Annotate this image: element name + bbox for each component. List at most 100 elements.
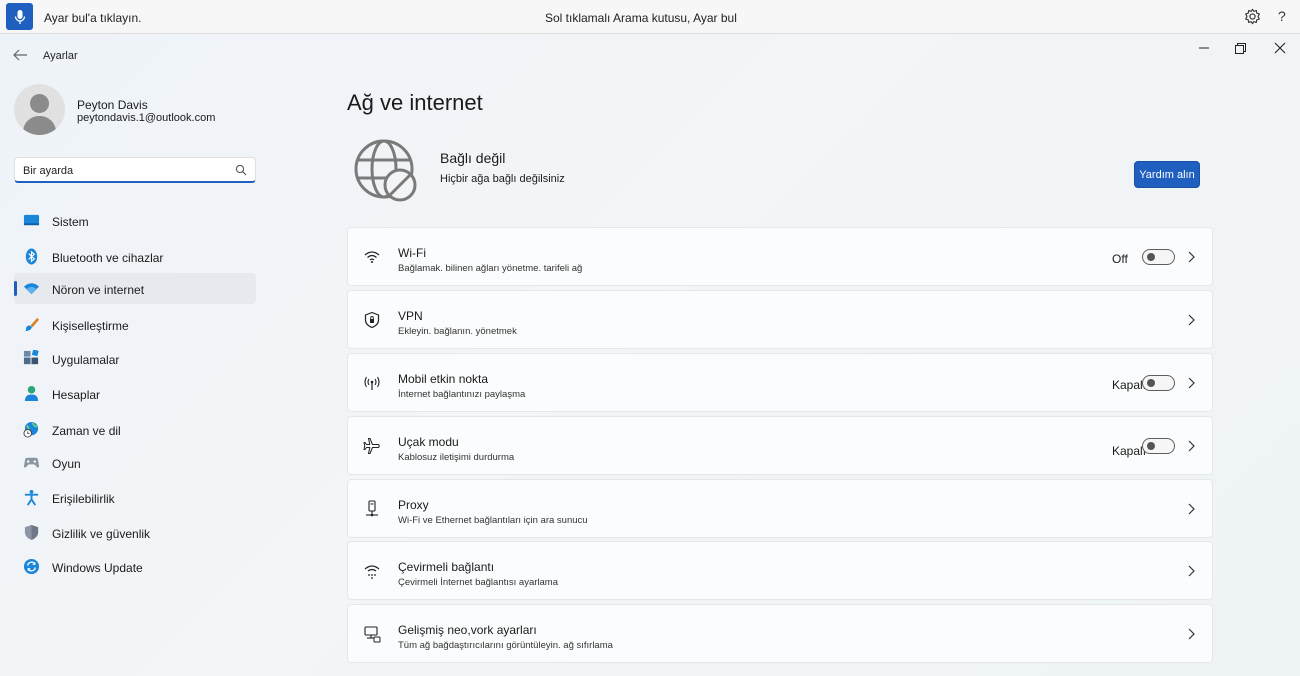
card-title: Çevirmeli bağlantı <box>398 560 495 574</box>
apps-icon <box>23 350 39 365</box>
help-icon[interactable]: ? <box>1278 8 1286 24</box>
chevron-right-icon[interactable] <box>1186 565 1196 577</box>
toggle-knob <box>1147 442 1155 450</box>
wifi-icon <box>23 283 40 295</box>
proxy-card[interactable]: Proxy Wi-Fi ve Ethernet bağlantıları içi… <box>347 479 1213 538</box>
sidebar-item-time-language[interactable]: Zaman ve dil <box>14 414 256 445</box>
search-box[interactable] <box>14 157 256 183</box>
sidebar-item-personalization[interactable]: Kişiselleştirme <box>14 309 256 340</box>
airplane-icon <box>363 438 380 454</box>
chevron-right-icon[interactable] <box>1186 503 1196 515</box>
sidebar-item-label: Windows Update <box>52 561 143 575</box>
card-title: Mobil etkin nokta <box>398 372 489 386</box>
vpn-shield-icon <box>364 311 380 329</box>
voice-access-bar: Ayar bul'a tıklayın. Sol tıklamalı Arama… <box>0 0 1300 34</box>
card-subtitle: Kablosuz iletişimi durdurma <box>398 452 515 463</box>
connection-status-title: Bağlı değil <box>440 150 506 166</box>
airplane-mode-toggle[interactable] <box>1142 438 1175 454</box>
advanced-network-settings-card[interactable]: Gelişmiş neo,vork ayarları Tüm ağ bağdaş… <box>347 604 1213 663</box>
globe-clock-icon <box>23 421 39 438</box>
sidebar-item-system[interactable]: Sistem <box>14 205 256 236</box>
active-indicator <box>14 281 17 296</box>
sidebar-item-accessibility[interactable]: Erişilebilirlik <box>14 482 256 513</box>
app-title: Ayarlar <box>43 50 78 62</box>
get-help-button[interactable]: Yardım alın <box>1134 161 1200 188</box>
airplane-mode-card[interactable]: Uçak modu Kablosuz iletişimi durdurma Ka… <box>347 416 1213 475</box>
shield-icon <box>24 524 39 541</box>
update-icon <box>23 558 40 575</box>
bluetooth-icon <box>25 248 38 265</box>
card-subtitle: Ekleyin. bağlanın. yönetmek <box>398 326 517 337</box>
mobile-hotspot-toggle[interactable] <box>1142 375 1175 391</box>
avatar-body <box>23 116 56 135</box>
voice-status-text: Ayar bul'a tıklayın. <box>44 11 142 25</box>
sidebar-item-label: Sistem <box>52 215 89 229</box>
page-title: Ağ ve internet <box>347 90 483 115</box>
chevron-right-icon[interactable] <box>1186 440 1196 452</box>
user-email: peytondavis.1@outlook.com <box>77 112 216 124</box>
sidebar-item-label: Uygulamalar <box>52 353 120 367</box>
sidebar-item-network[interactable]: Nöron ve internet <box>14 273 256 304</box>
proxy-icon <box>366 500 378 517</box>
close-icon[interactable] <box>1268 40 1292 56</box>
sidebar-item-accounts[interactable]: Hesaplar <box>14 378 256 409</box>
toggle-knob <box>1147 379 1155 387</box>
card-title: Proxy <box>398 498 429 512</box>
card-title: Uçak modu <box>398 435 459 449</box>
back-arrow-icon[interactable] <box>12 48 28 62</box>
sidebar-item-label: Nöron ve internet <box>52 283 145 297</box>
toggle-state-label: Off <box>1112 252 1128 266</box>
vpn-card[interactable]: VPN Ekleyin. bağlanın. yönetmek <box>347 290 1213 349</box>
sidebar-item-gaming[interactable]: Oyun <box>14 447 256 478</box>
dial-up-card[interactable]: Çevirmeli bağlantı Çevirmeli İnternet ba… <box>347 541 1213 600</box>
user-name: Peyton Davis <box>77 98 148 112</box>
wifi-icon <box>364 251 380 263</box>
sidebar-item-label: Erişilebilirlik <box>52 492 115 506</box>
search-icon[interactable] <box>235 164 247 176</box>
toggle-state-label: Kapalı <box>1112 378 1147 392</box>
sidebar-item-apps[interactable]: Uygulamalar <box>14 343 256 374</box>
microphone-icon <box>14 9 25 24</box>
chevron-right-icon[interactable] <box>1186 251 1196 263</box>
sidebar-item-label: Gizlilik ve güvenlik <box>52 527 151 541</box>
voice-command-hint: Sol tıklamalı Arama kutusu, Ayar bul <box>545 11 737 25</box>
card-subtitle: Bağlamak. bilinen ağları yönetme. tarife… <box>398 263 583 274</box>
microphone-button[interactable] <box>6 3 33 30</box>
sidebar-item-label: Oyun <box>52 457 81 471</box>
brush-icon <box>24 317 40 332</box>
sidebar-item-label: Bluetooth ve cihazlar <box>52 251 164 265</box>
mobile-hotspot-card[interactable]: Mobil etkin nokta İnternet bağlantınızı … <box>347 353 1213 412</box>
sidebar-item-privacy[interactable]: Gizlilik ve güvenlik <box>14 517 256 548</box>
connection-status-subtitle: Hiçbir ağa bağlı değilsiniz <box>440 173 565 185</box>
toggle-knob <box>1147 253 1155 261</box>
dialup-icon <box>364 565 380 579</box>
sidebar-item-label: Hesaplar <box>52 388 101 402</box>
wifi-card[interactable]: Wi-Fi Bağlamak. bilinen ağları yönetme. … <box>347 227 1213 286</box>
card-subtitle: Wi-Fi ve Ethernet bağlantıları için ara … <box>398 515 588 526</box>
card-title: Gelişmiş neo,vork ayarları <box>398 623 537 637</box>
chevron-right-icon[interactable] <box>1186 628 1196 640</box>
globe-disconnected-icon <box>354 139 417 202</box>
search-input[interactable] <box>23 162 223 179</box>
chevron-right-icon[interactable] <box>1186 377 1196 389</box>
toggle-state-label: Kapalı <box>1112 444 1147 458</box>
sidebar-item-bluetooth[interactable]: Bluetooth ve cihazlar <box>14 241 256 272</box>
chevron-right-icon[interactable] <box>1186 314 1196 326</box>
gear-icon[interactable] <box>1244 8 1261 25</box>
minimize-icon[interactable] <box>1192 40 1216 56</box>
network-pc-icon <box>364 626 381 643</box>
gamepad-icon <box>23 457 40 468</box>
wifi-toggle[interactable] <box>1142 249 1175 265</box>
hotspot-icon <box>364 376 380 390</box>
card-title: Wi-Fi <box>398 246 426 260</box>
accessibility-icon <box>24 489 39 506</box>
card-subtitle: Tüm ağ bağdaştırıcılarını görüntüleyin. … <box>398 640 613 651</box>
card-subtitle: Çevirmeli İnternet bağlantısı ayarlama <box>398 577 558 588</box>
sidebar-item-label: Kişiselleştirme <box>52 319 129 333</box>
avatar-head <box>30 94 49 113</box>
avatar[interactable] <box>14 84 65 135</box>
restore-icon[interactable] <box>1228 40 1252 56</box>
person-icon <box>24 385 39 402</box>
sidebar-item-windows-update[interactable]: Windows Update <box>14 551 256 582</box>
card-subtitle: İnternet bağlantınızı paylaşma <box>398 389 526 400</box>
